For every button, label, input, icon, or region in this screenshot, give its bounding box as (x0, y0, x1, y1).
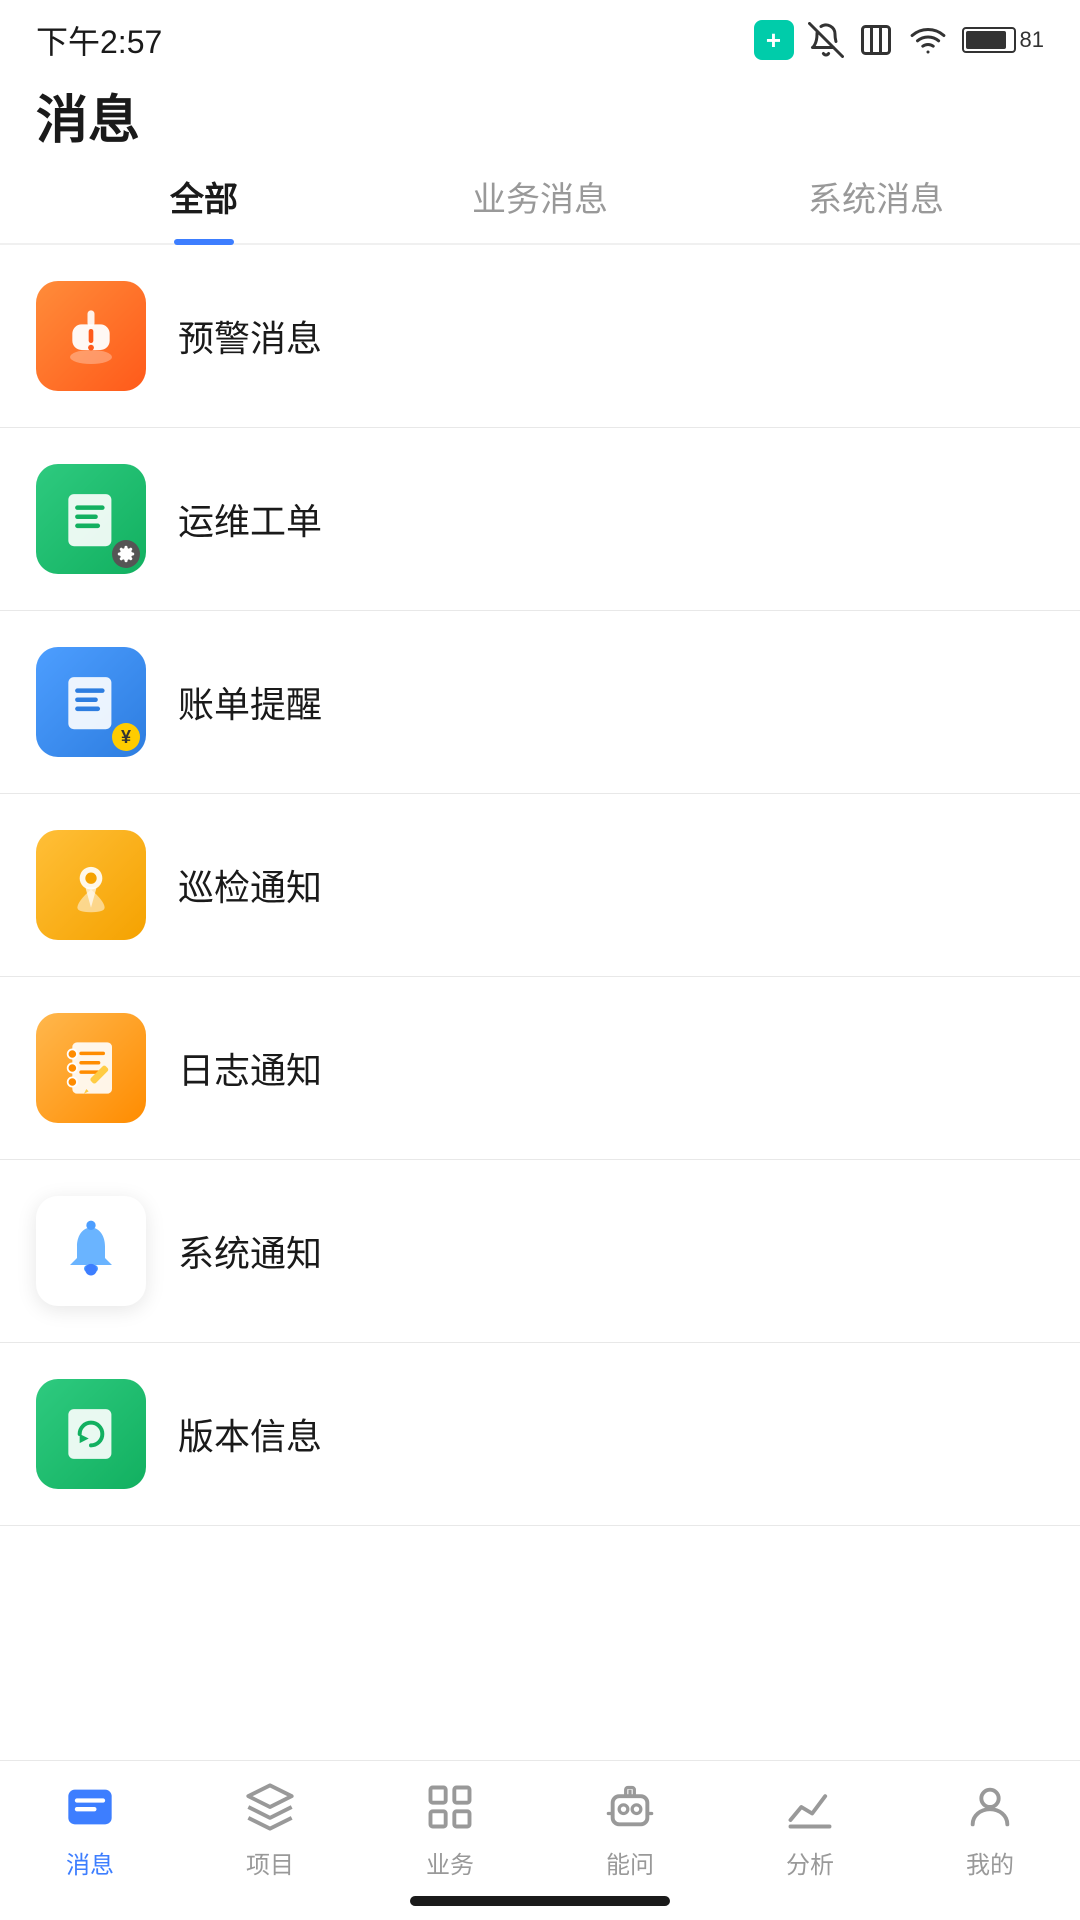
gear-badge (112, 540, 140, 568)
list-item-sysnotify[interactable]: 系统通知 (0, 1160, 1080, 1343)
nav-analysis[interactable]: 分析 (720, 1779, 900, 1880)
ops-label: 运维工单 (178, 493, 322, 545)
nav-aineng[interactable]: 能问 (540, 1779, 720, 1880)
log-label: 日志通知 (178, 1042, 322, 1094)
sysnotify-icon (36, 1196, 146, 1306)
green-plus-icon: + (754, 20, 794, 60)
nav-aineng-icon (602, 1779, 658, 1835)
status-icons: + 81 (754, 20, 1044, 60)
warning-icon (36, 281, 146, 391)
wifi-icon (908, 22, 948, 58)
patrol-label: 巡检通知 (178, 859, 322, 911)
nav-business[interactable]: 业务 (360, 1779, 540, 1880)
nav-project-icon (242, 1779, 298, 1835)
nav-business-icon (422, 1779, 478, 1835)
battery-icon: 81 (962, 27, 1044, 53)
nav-project[interactable]: 项目 (180, 1779, 360, 1880)
bell-slash-icon (808, 22, 844, 58)
list-item-ops[interactable]: 运维工单 (0, 428, 1080, 611)
nav-project-label: 项目 (246, 1845, 294, 1880)
ops-icon (36, 464, 146, 574)
nav-analysis-label: 分析 (786, 1845, 834, 1880)
bill-icon: ¥ (36, 647, 146, 757)
list-item-warning[interactable]: 预警消息 (0, 245, 1080, 428)
version-icon (36, 1379, 146, 1489)
log-icon (36, 1013, 146, 1123)
tab-business[interactable]: 业务消息 (372, 172, 708, 243)
list-item-version[interactable]: 版本信息 (0, 1343, 1080, 1526)
list-item-log[interactable]: 日志通知 (0, 977, 1080, 1160)
status-time: 下午2:57 (36, 17, 162, 63)
nav-analysis-icon (782, 1779, 838, 1835)
nav-mine-label: 我的 (966, 1845, 1014, 1880)
home-indicator (410, 1896, 670, 1906)
tab-all[interactable]: 全部 (36, 172, 372, 243)
screen-icon (858, 22, 894, 58)
sysnotify-label: 系统通知 (178, 1225, 322, 1277)
nav-messages-icon (62, 1779, 118, 1835)
nav-mine[interactable]: 我的 (900, 1779, 1080, 1880)
list-item-bill[interactable]: ¥ 账单提醒 (0, 611, 1080, 794)
patrol-icon (36, 830, 146, 940)
nav-mine-icon (962, 1779, 1018, 1835)
yen-badge: ¥ (112, 723, 140, 751)
page-header: 消息 (0, 80, 1080, 152)
warning-label: 预警消息 (178, 310, 322, 362)
nav-messages[interactable]: 消息 (0, 1779, 180, 1880)
nav-aineng-label: 能问 (606, 1845, 654, 1880)
version-label: 版本信息 (178, 1408, 322, 1460)
status-bar: 下午2:57 + 81 (0, 0, 1080, 80)
tabs-bar: 全部 业务消息 系统消息 (0, 172, 1080, 245)
nav-business-label: 业务 (426, 1845, 474, 1880)
message-list: 预警消息 运维工单 (0, 245, 1080, 1526)
nav-messages-label: 消息 (66, 1845, 114, 1880)
bill-label: 账单提醒 (178, 676, 322, 728)
page-title: 消息 (36, 90, 1044, 152)
tab-system[interactable]: 系统消息 (708, 172, 1044, 243)
list-item-patrol[interactable]: 巡检通知 (0, 794, 1080, 977)
